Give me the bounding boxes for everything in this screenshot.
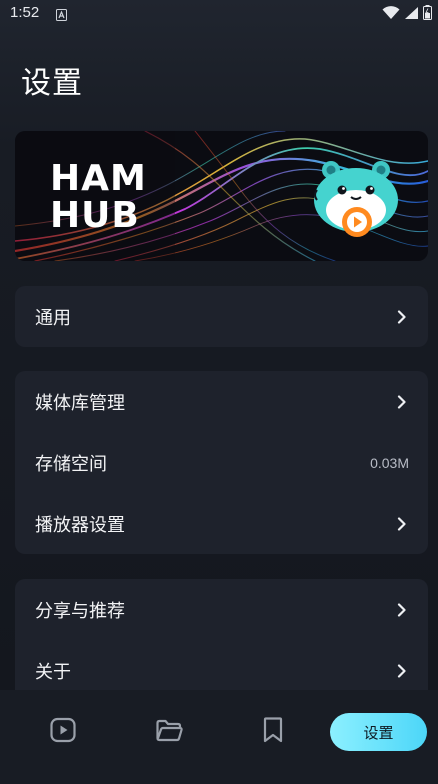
hamhub-logo-text: HAM HUB (50, 160, 147, 234)
settings-group-general: 通用 (15, 286, 428, 347)
status-time: 1:52 (10, 4, 40, 21)
settings-group-media: 媒体库管理 存储空间 0.03M 播放器设置 (15, 371, 428, 554)
hamhub-banner: HAM HUB (15, 131, 428, 261)
setting-row-player[interactable]: 播放器设置 (15, 493, 428, 554)
chevron-right-icon (395, 602, 409, 617)
wifi-icon (382, 5, 400, 24)
chevron-right-icon (395, 309, 409, 324)
setting-label: 通用 (35, 307, 71, 329)
setting-label: 关于 (35, 661, 71, 683)
bookmark-icon (261, 716, 285, 748)
logo-line2: HUB (50, 195, 140, 236)
battery-icon (423, 5, 432, 24)
nav-settings-label: 设置 (363, 723, 394, 742)
storage-value: 0.03M (370, 454, 409, 471)
signal-icon (404, 5, 419, 24)
hamster-mascot-icon (311, 160, 401, 244)
status-icons (382, 5, 432, 24)
settings-screen: 1:52 设置 HAM HUB 通用 媒体库管理 存储空间 0.03M 播放器设… (0, 0, 438, 784)
setting-label: 存储空间 (35, 453, 107, 475)
chevron-right-icon (395, 394, 409, 409)
status-bar: 1:52 (0, 0, 438, 26)
play-icon (49, 716, 77, 748)
setting-row-media-library[interactable]: 媒体库管理 (15, 371, 428, 432)
setting-label: 播放器设置 (35, 514, 125, 536)
folder-icon (155, 717, 183, 747)
bottom-navigation: 设置 (0, 690, 438, 784)
setting-row-storage[interactable]: 存储空间 0.03M (15, 432, 428, 493)
setting-label: 媒体库管理 (35, 392, 125, 414)
page-title: 设置 (21, 66, 83, 101)
nav-settings[interactable]: 设置 (330, 713, 427, 751)
logo-line1: HAM (50, 158, 147, 199)
chevron-right-icon (395, 516, 409, 531)
notification-a-icon (56, 6, 67, 25)
setting-row-general[interactable]: 通用 (15, 286, 428, 347)
chevron-right-icon (395, 663, 409, 678)
nav-home[interactable] (20, 690, 106, 774)
nav-bookmarks[interactable] (230, 690, 316, 774)
settings-group-about: 分享与推荐 关于 (15, 579, 428, 701)
setting-row-share[interactable]: 分享与推荐 (15, 579, 428, 640)
nav-files[interactable] (126, 690, 212, 774)
setting-label: 分享与推荐 (35, 600, 125, 622)
